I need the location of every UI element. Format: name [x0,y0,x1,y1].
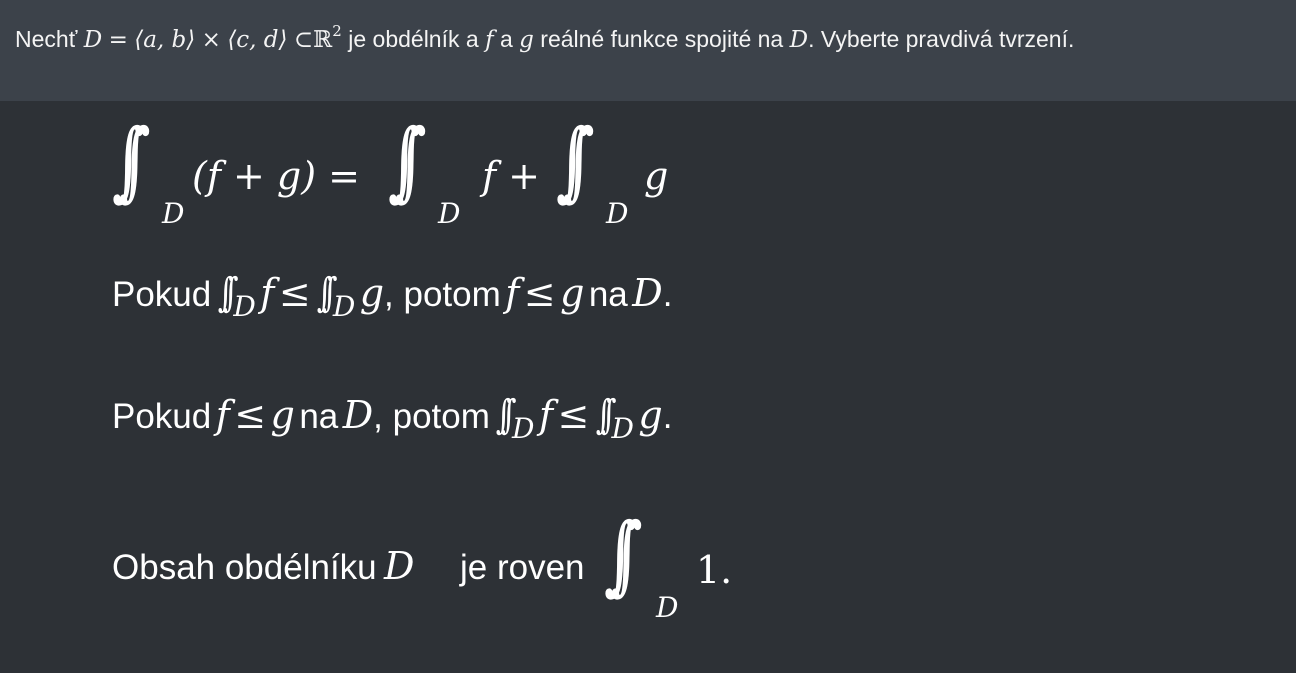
integral-subscript: D [438,197,461,230]
integral-subscript: D [656,591,679,624]
quiz-page: Nechť D = ⟨a, b⟩ × ⟨c, d⟩ ⊂ℝ2 je obdélní… [0,0,1296,673]
option-text: Pokud [112,275,212,314]
option-text: , potom [384,275,501,314]
math-reals: ℝ [313,27,333,53]
option-text: Pokud [112,397,212,436]
math-var-d: D [632,271,663,315]
option-text: na [299,397,339,436]
integral-subscript: D [162,197,185,230]
double-integral: ∫∫ D [595,392,634,445]
integral-body: g [644,154,669,198]
option-text: je roven [460,548,585,587]
math-le: ≤ [234,393,267,437]
double-integral: ∫∫ D [112,111,185,230]
double-integral: ∫∫ D [604,505,679,624]
question-word: Nechť [15,26,78,52]
question-word: reálné funkce spojité na [540,26,784,52]
math-var-g: g [359,271,385,315]
option-text: , potom [373,397,490,436]
math-var-d: D [384,544,415,588]
math-var-f: f [260,271,275,315]
answer-option-monotonicity[interactable]: Pokud f ≤ g na D, potom ∫∫ D f ≤ ∫∫ D g. [112,392,673,445]
double-integral: ∫∫ D [388,111,461,230]
math-var-g: g [560,271,585,315]
math-var-f: f [505,271,520,315]
math-var-f: f [215,393,230,437]
integral-body: (f + g) = [192,154,360,198]
answer-option-converse[interactable]: Pokud ∫∫ D f ≤ ∫∫ D g, potom f ≤ g na D. [112,270,673,323]
math-var-d: D [789,27,809,53]
math-var-f: f [538,393,554,437]
double-integral: ∫∫ D [217,270,256,323]
integral-subscript: D [606,197,629,230]
math-var-d: D [83,27,103,53]
math-le: ≤ [557,393,590,437]
question-text: Nechť D = ⟨a, b⟩ × ⟨c, d⟩ ⊂ℝ2 je obdélní… [0,0,1296,101]
math-le: ≤ [523,271,556,315]
math-var-f: f [485,27,494,53]
question-word: . Vyberte pravdivá tvrzení. [808,26,1075,52]
math-subset: ⊂ [293,27,314,53]
math-var-g: g [270,393,295,437]
math-var-g: g [519,27,534,53]
math-equals: = [108,27,128,53]
math-var-g: g [638,393,663,437]
integral-body: f + [482,154,540,198]
double-integral: ∫∫ D [316,270,356,323]
math-le: ≤ [278,271,311,315]
option-text: . [662,397,673,436]
option-text: na [588,275,628,314]
option-text: Obsah obdélníku [112,548,377,587]
question-word: a [499,26,513,52]
integral-body: 1. [696,548,733,592]
math-interval-ab: ⟨a, b⟩ [134,27,196,53]
math-var-d: D [342,393,374,437]
math-times: × [201,27,221,53]
double-integral: ∫∫ D [556,111,629,230]
option-text: . [662,275,673,314]
math-interval-cd: ⟨c, d⟩ [227,27,288,53]
double-integral: ∫∫ D [496,392,535,445]
question-word: je obdélník a [348,26,479,52]
math-power: 2 [332,22,342,40]
